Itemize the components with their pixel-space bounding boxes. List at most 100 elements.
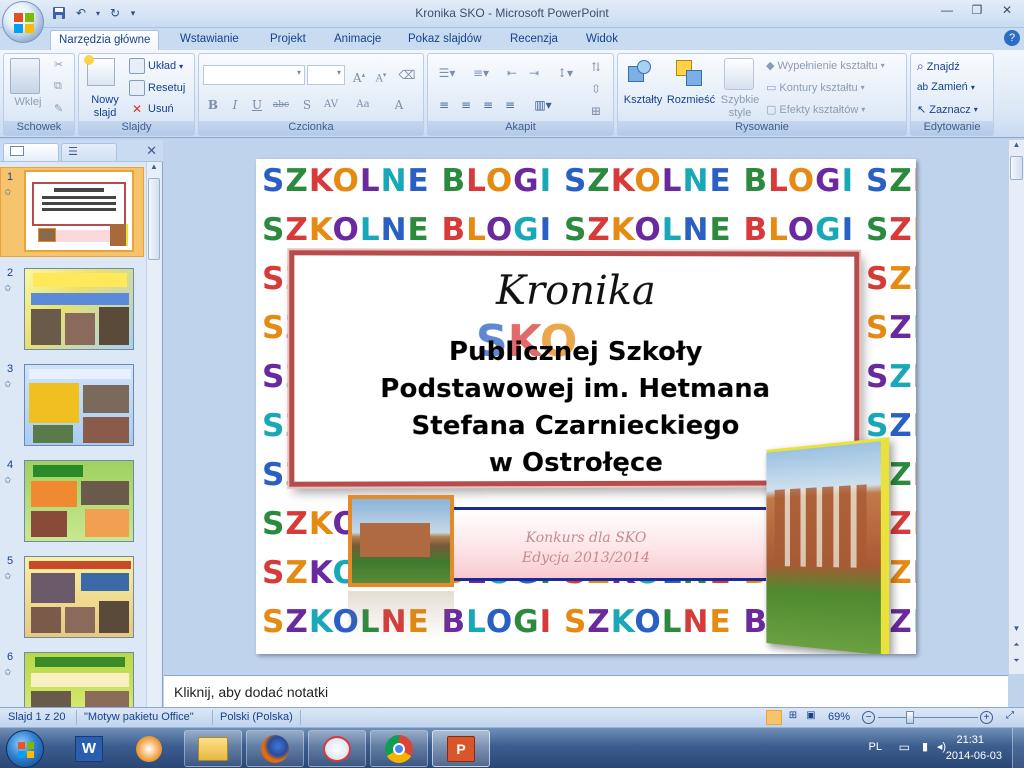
char-spacing-icon[interactable]: AV — [321, 96, 341, 114]
tab-slides-pane[interactable] — [3, 143, 59, 161]
find-button[interactable]: ⌕ Znajdź — [917, 59, 960, 74]
taskbar-explorer[interactable] — [184, 730, 242, 767]
slide-canvas[interactable]: SZKOLNE BLOGI SZKOLNE BLOGI SZKOLNE BLOG… — [256, 159, 916, 654]
close-button[interactable]: ✕ — [992, 0, 1022, 20]
close-pane-icon[interactable]: ✕ — [146, 143, 157, 159]
taskbar-app[interactable] — [308, 730, 366, 767]
slide-thumbnail[interactable] — [24, 460, 134, 542]
delete-slide-button[interactable]: ✕ Usuń — [129, 102, 174, 116]
tab-view[interactable]: Widok — [578, 30, 626, 50]
grow-font-icon[interactable]: A▴ — [349, 66, 369, 85]
arrange-icon[interactable] — [676, 60, 704, 88]
replace-button[interactable]: ab Zamień ▾ — [917, 81, 975, 93]
bold-icon[interactable]: B — [203, 96, 223, 114]
taskbar-word[interactable]: W — [60, 730, 118, 767]
taskbar-powerpoint[interactable]: P — [432, 730, 490, 767]
input-language[interactable]: PL — [869, 741, 882, 753]
tab-review[interactable]: Recenzja — [502, 30, 566, 50]
zoom-level[interactable]: 69% — [828, 711, 850, 723]
select-button[interactable]: ↖ Zaznacz ▾ — [917, 103, 978, 117]
tab-insert[interactable]: Wstawianie — [172, 30, 247, 50]
scroll-up-icon[interactable]: ▲ — [147, 162, 161, 176]
scroll-up-icon[interactable]: ▲ — [1009, 140, 1024, 154]
cut-icon[interactable]: ✂ — [54, 58, 63, 71]
volume-icon[interactable]: ◂) — [937, 740, 946, 753]
previous-slide-icon[interactable]: ⏶ — [1009, 640, 1024, 654]
contest-banner[interactable]: Konkurs dla SKO Edycja 2013/2014 — [406, 507, 766, 581]
start-button[interactable] — [6, 730, 44, 768]
font-color-icon[interactable]: A — [389, 96, 409, 114]
arrange-button[interactable]: Rozmieść — [666, 94, 716, 107]
slide-thumbnail[interactable] — [24, 364, 134, 446]
maximize-button[interactable]: ❐ — [962, 0, 992, 20]
network-icon[interactable]: ▮ — [922, 740, 928, 753]
zoom-slider[interactable] — [878, 717, 978, 718]
notes-pane[interactable]: Kliknij, aby dodać notatki — [164, 675, 1008, 707]
fit-slide-icon[interactable]: ⤢ — [1002, 710, 1018, 725]
paste-icon[interactable] — [10, 58, 40, 94]
school-photo-left[interactable] — [348, 495, 454, 587]
quick-styles-button[interactable]: Szybkie style — [718, 94, 762, 120]
scroll-thumb[interactable] — [1010, 156, 1023, 180]
tab-home[interactable]: Narzędzia główne — [50, 30, 160, 50]
smartart-icon[interactable]: ⊞ — [586, 102, 606, 120]
next-slide-icon[interactable]: ⏷ — [1009, 656, 1024, 670]
shapes-icon[interactable] — [628, 60, 654, 86]
tray-icon[interactable]: ▭ — [899, 740, 910, 754]
clock-time[interactable]: 21:31 — [956, 734, 984, 746]
reset-button[interactable]: Resetuj — [129, 80, 185, 96]
increase-indent-icon[interactable]: ⇥ — [524, 64, 544, 82]
new-slide-icon[interactable] — [84, 55, 115, 86]
tab-slideshow[interactable]: Pokaz slajdów — [400, 30, 490, 50]
zoom-in-icon[interactable]: + — [980, 711, 993, 724]
normal-view-icon[interactable] — [766, 710, 782, 725]
tab-animations[interactable]: Animacje — [326, 30, 389, 50]
slide-thumbnail[interactable] — [24, 556, 134, 638]
align-right-icon[interactable]: ≡ — [478, 96, 498, 114]
line-spacing-icon[interactable]: ↕▾ — [550, 64, 580, 82]
shadow-icon[interactable]: S — [297, 96, 317, 114]
scroll-thumb[interactable] — [148, 178, 160, 260]
bullets-icon[interactable]: ☰▾ — [432, 64, 462, 82]
align-center-icon[interactable]: ≡ — [456, 96, 476, 114]
tab-outline-pane[interactable]: ☰ — [61, 143, 117, 161]
slides-pane-scrollbar[interactable]: ▲ — [146, 162, 161, 707]
minimize-button[interactable]: — — [932, 0, 962, 20]
paste-button[interactable]: Wklej — [6, 96, 50, 109]
show-desktop-button[interactable] — [1012, 728, 1024, 768]
strikethrough-icon[interactable]: abc — [271, 96, 291, 114]
slide-thumbnail[interactable] — [24, 268, 134, 350]
taskbar-firefox[interactable] — [246, 730, 304, 767]
decrease-indent-icon[interactable]: ⇤ — [502, 64, 522, 82]
clear-formatting-icon[interactable]: ⌫ — [397, 66, 417, 84]
language-indicator[interactable]: Polski (Polska) — [220, 711, 293, 723]
school-photo-right[interactable] — [766, 437, 890, 654]
font-size-combo[interactable]: ▾ — [307, 65, 345, 85]
new-slide-button[interactable]: Nowy slajd — [83, 94, 127, 120]
zoom-slider-thumb[interactable] — [906, 711, 914, 724]
justify-icon[interactable]: ≡ — [500, 96, 520, 114]
change-case-icon[interactable]: Aa — [353, 96, 373, 114]
underline-icon[interactable]: U — [247, 96, 267, 114]
shrink-font-icon[interactable]: A▾ — [371, 66, 391, 84]
columns-icon[interactable]: ▥▾ — [528, 96, 558, 114]
zoom-out-icon[interactable]: − — [862, 711, 875, 724]
layout-button[interactable]: Układ ▾ — [129, 58, 183, 74]
clock-date[interactable]: 2014-06-03 — [946, 750, 1002, 762]
slide-scrollbar[interactable]: ▲ ▼ ⏶ ⏷ — [1008, 140, 1024, 674]
shape-effects-button[interactable]: ▢ Efekty kształtów ▾ — [766, 103, 865, 117]
taskbar-chrome[interactable] — [370, 730, 428, 767]
scroll-down-icon[interactable]: ▼ — [1009, 624, 1024, 638]
slide-thumbnail[interactable] — [24, 652, 134, 712]
taskbar-media-player[interactable] — [120, 730, 178, 767]
notes-placeholder[interactable]: Kliknij, aby dodać notatki — [174, 684, 328, 700]
font-name-combo[interactable]: ▾ — [203, 65, 305, 85]
copy-icon[interactable]: ⧉ — [54, 80, 62, 93]
format-painter-icon[interactable]: ✎ — [54, 102, 63, 115]
numbering-icon[interactable]: ≡▾ — [466, 64, 496, 82]
text-direction-icon[interactable]: ⇅ — [586, 58, 606, 76]
tab-design[interactable]: Projekt — [262, 30, 314, 50]
align-text-icon[interactable]: ⇳ — [586, 80, 606, 98]
help-icon[interactable]: ? — [1004, 30, 1020, 46]
theme-name[interactable]: "Motyw pakietu Office" — [84, 711, 194, 723]
